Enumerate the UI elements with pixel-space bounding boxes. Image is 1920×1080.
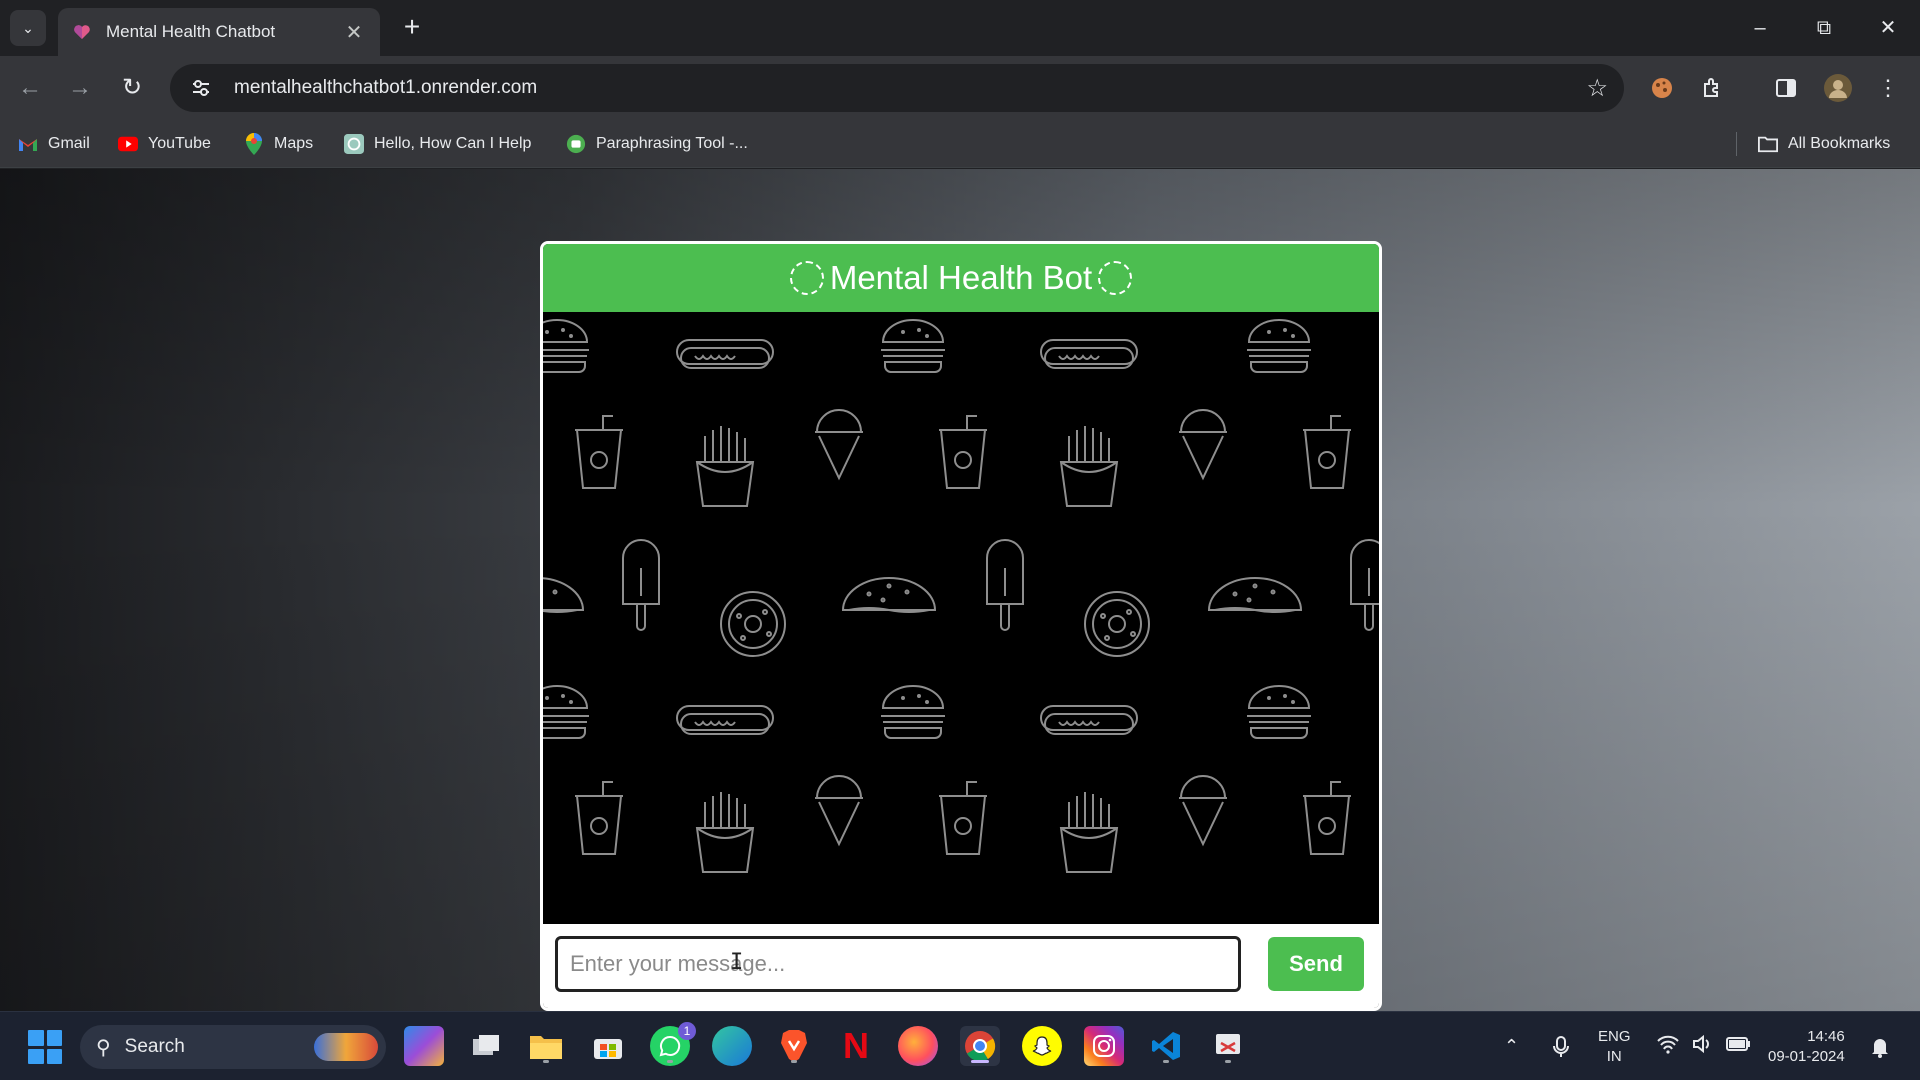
forward-arrow-icon[interactable]: → [62, 70, 98, 106]
chat-window: Mental Health Bot Enter your message... … [540, 241, 1382, 1011]
profile-avatar[interactable] [1820, 70, 1856, 106]
clock[interactable]: 14:46 09-01-2024 [1768, 1012, 1845, 1080]
tab-strip: ⌄ Mental Health Chatbot ✕ + – ⧉ ✕ [0, 0, 1920, 56]
running-indicator [1163, 1060, 1169, 1063]
cookie-extension-icon[interactable] [1644, 70, 1680, 106]
region-label: IN [1606, 1047, 1622, 1065]
brave-icon[interactable] [774, 1026, 814, 1066]
chatgpt-icon [344, 134, 364, 154]
folder-icon [1758, 134, 1778, 154]
task-view-icon[interactable] [466, 1026, 506, 1066]
chat-header: Mental Health Bot [543, 244, 1379, 312]
site-info-icon[interactable] [188, 75, 214, 101]
taskbar-search-label: Search [124, 1036, 185, 1057]
running-indicator [791, 1060, 797, 1063]
wifi-icon [1656, 1034, 1680, 1059]
instagram-icon[interactable] [1084, 1026, 1124, 1066]
notification-badge: 1 [678, 1022, 696, 1040]
all-bookmarks-label: All Bookmarks [1788, 135, 1891, 152]
chat-title: Mental Health Bot [829, 259, 1093, 296]
text-cursor-icon: I [730, 950, 744, 975]
active-indicator [971, 1060, 989, 1063]
url-text: mentalhealthchatbot1.onrender.com [234, 77, 538, 98]
close-window-icon[interactable]: ✕ [1866, 10, 1910, 46]
chevron-down-icon: ⌄ [22, 19, 34, 36]
volume-icon [1692, 1034, 1714, 1059]
bookmark-label: Paraphrasing Tool -... [596, 135, 748, 152]
copilot-icon[interactable] [404, 1026, 444, 1066]
tab-search-button[interactable]: ⌄ [10, 10, 46, 46]
bookmark-maps[interactable]: Maps [244, 130, 313, 158]
battery-icon [1726, 1035, 1752, 1058]
bookmark-label: YouTube [148, 135, 211, 152]
chat-input-bar: Send [543, 924, 1379, 1008]
maps-icon [244, 133, 264, 155]
chat-messages-area [543, 312, 1379, 930]
windows-taskbar: ⚲ Search 1 N ⌃ ENG IN 14:46 09-01-2024 [0, 1011, 1920, 1080]
tab-title: Mental Health Chatbot [106, 22, 276, 41]
edge-icon[interactable] [712, 1026, 752, 1066]
search-icon: ⚲ [96, 1036, 111, 1059]
extensions-puzzle-icon[interactable] [1694, 70, 1730, 106]
quick-settings[interactable] [1656, 1012, 1752, 1080]
running-indicator [543, 1060, 549, 1063]
back-arrow-icon[interactable]: ← [12, 70, 48, 106]
clock-date: 09-01-2024 [1768, 1047, 1845, 1065]
food-doodle-pattern [543, 319, 1379, 873]
bookmark-paraphrasing-tool[interactable]: Paraphrasing Tool -... [566, 130, 748, 158]
firefox-icon[interactable] [898, 1026, 938, 1066]
microphone-icon[interactable] [1552, 1012, 1570, 1080]
bookmark-label: Maps [274, 135, 314, 152]
running-indicator [667, 1060, 673, 1063]
send-button[interactable]: Send [1268, 937, 1364, 991]
side-panel-icon[interactable] [1768, 70, 1804, 106]
netflix-icon[interactable]: N [836, 1025, 876, 1066]
minimize-icon[interactable]: – [1738, 10, 1782, 46]
language-indicator[interactable]: ENG IN [1598, 1012, 1631, 1080]
reload-icon[interactable]: ↻ [114, 70, 150, 106]
restore-icon[interactable]: ⧉ [1802, 10, 1846, 46]
bookmark-label: Gmail [48, 135, 90, 152]
snipping-tool-icon[interactable] [1208, 1026, 1248, 1066]
search-highlight-image [314, 1033, 378, 1061]
bookmark-label: Hello, How Can I Help [374, 135, 532, 152]
language-label: ENG [1598, 1027, 1631, 1045]
vscode-icon[interactable] [1146, 1026, 1186, 1066]
file-explorer-icon[interactable] [526, 1026, 566, 1066]
clock-time: 14:46 [1807, 1027, 1845, 1045]
bookmark-star-icon[interactable]: ☆ [1586, 74, 1608, 103]
bookmarks-divider [1736, 132, 1737, 156]
show-hidden-icons[interactable]: ⌃ [1504, 1012, 1519, 1080]
browser-tab[interactable]: Mental Health Chatbot ✕ [58, 8, 380, 56]
browser-toolbar: ← → ↻ mentalhealthchatbot1.onrender.com … [0, 56, 1920, 120]
spinner-icon [1098, 261, 1133, 295]
quillbot-icon [566, 134, 586, 154]
all-bookmarks-button[interactable]: All Bookmarks [1758, 130, 1890, 158]
message-input[interactable] [555, 936, 1241, 992]
notification-bell-icon[interactable] [1870, 1012, 1890, 1080]
microsoft-store-icon[interactable] [588, 1026, 628, 1066]
taskbar-search[interactable]: ⚲ Search [80, 1025, 386, 1069]
new-tab-button[interactable]: + [396, 12, 428, 44]
windows-start-icon[interactable] [28, 1030, 62, 1064]
gmail-icon [18, 134, 38, 154]
heart-icon [74, 25, 90, 39]
snapchat-icon[interactable] [1022, 1026, 1062, 1066]
address-bar[interactable]: mentalhealthchatbot1.onrender.com ☆ [170, 64, 1624, 112]
whatsapp-icon[interactable]: 1 [650, 1022, 696, 1066]
close-icon[interactable]: ✕ [342, 20, 366, 45]
youtube-icon [118, 134, 138, 154]
bookmark-youtube[interactable]: YouTube [118, 130, 211, 158]
bookmark-gmail[interactable]: Gmail [18, 130, 90, 158]
bookmarks-bar: Gmail YouTube Maps Hello, How Can I Help… [0, 120, 1920, 168]
running-indicator [1225, 1060, 1231, 1063]
more-menu-icon[interactable]: ⋮ [1870, 70, 1906, 106]
bookmark-chatgpt[interactable]: Hello, How Can I Help [344, 130, 531, 158]
chrome-icon[interactable] [960, 1026, 1000, 1066]
spinner-icon [789, 261, 824, 295]
